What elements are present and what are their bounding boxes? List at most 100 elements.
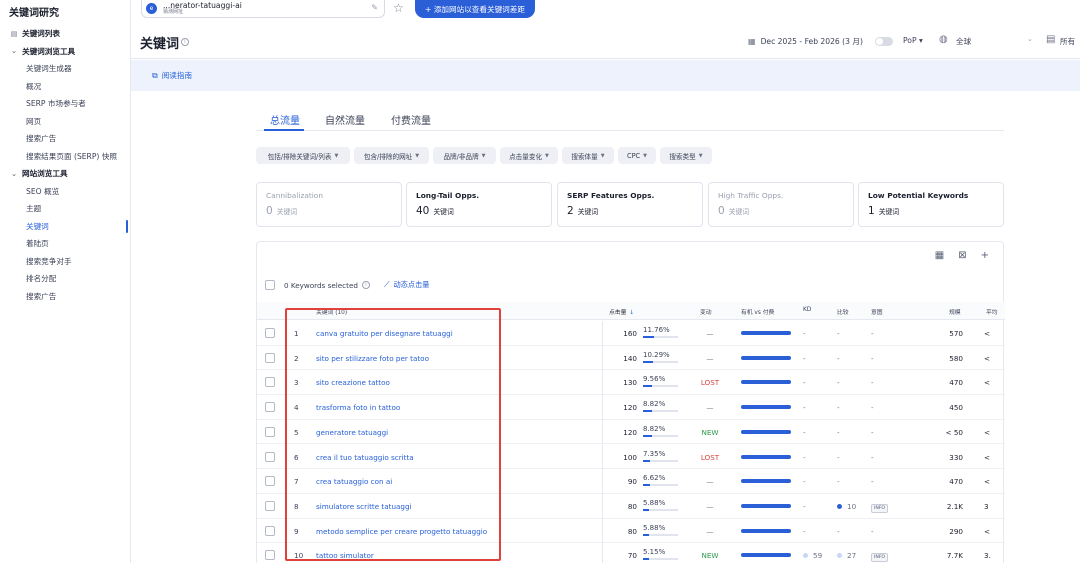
pop-dropdown[interactable]: PoP ▾ (903, 36, 923, 45)
read-guide-link[interactable]: ⧉ 阅读指南 (152, 70, 192, 81)
select-all-checkbox[interactable] (265, 280, 275, 290)
column-clicks[interactable]: 点击量 ↓ (609, 307, 634, 316)
filter-brand[interactable]: 品牌/非品牌 ▼ (433, 147, 496, 164)
filter-search-type[interactable]: 搜索类型 ▼ (660, 147, 712, 164)
row-checkbox[interactable] (265, 352, 275, 363)
filter-search-volume[interactable]: 搜索体量 ▼ (562, 147, 614, 164)
sidebar-item[interactable]: 主题 (0, 200, 130, 218)
tab-organic-traffic[interactable]: 自然流量 (325, 112, 365, 127)
column-intent[interactable]: 意图 (871, 307, 883, 316)
row-checkbox[interactable] (265, 525, 275, 536)
add-competitor-button[interactable]: + 添加网站以查看关键词差距 (415, 0, 535, 18)
opportunity-card[interactable]: Low Potential Keywords 1 关键词 (858, 182, 1004, 227)
card-title: High Traffic Opps. (718, 191, 784, 200)
tab-total-traffic[interactable]: 总流量 (270, 112, 300, 127)
change-value: NEW (701, 427, 719, 437)
info-icon[interactable]: i (181, 38, 189, 46)
sidebar-item[interactable]: SERP 市场参与者 (0, 95, 130, 113)
sidebar-item[interactable]: 排名分配 (0, 270, 130, 288)
column-change[interactable]: 变动 (700, 307, 712, 316)
region-dropdown[interactable]: 全球 (956, 36, 971, 47)
sidebar-item[interactable]: 搜索广告 (0, 130, 130, 148)
kd-text: - (803, 452, 806, 462)
row-checkbox[interactable] (265, 451, 275, 462)
clicks-value: 130 (623, 378, 637, 388)
sidebar-item[interactable]: 概况 (0, 78, 130, 96)
pop-toggle[interactable] (875, 37, 893, 46)
share-bar-fill (643, 508, 650, 511)
row-checkbox[interactable] (265, 402, 275, 413)
column-organic-vs-paid[interactable]: 有机 vs 付费 (741, 307, 774, 316)
kd-value: - (803, 527, 806, 536)
intent-value: - (871, 354, 874, 363)
column-volume[interactable]: 规模 (949, 307, 961, 316)
globe-icon: ◍ (939, 34, 948, 45)
all-dropdown[interactable]: 所有 (1060, 36, 1075, 47)
row-checkbox[interactable] (265, 476, 275, 487)
sidebar-item[interactable]: 搜索结果页面 (SERP) 快照 (0, 148, 130, 166)
plus-icon[interactable]: + (981, 250, 989, 261)
volume-value: 570 (949, 329, 963, 338)
kd-value: - (803, 428, 806, 437)
keyword-link[interactable]: tattoo simulator (316, 551, 374, 560)
column-average[interactable]: 平均 (986, 307, 998, 316)
sidebar-item[interactable]: 搜索广告 (0, 288, 130, 306)
keyword-link[interactable]: trasforma foto in tattoo (316, 403, 400, 412)
opportunity-card[interactable]: Cannibalization 0 关键词 (256, 182, 402, 227)
sidebar-item[interactable]: ⌄ 关键词浏览工具 (0, 43, 130, 61)
list-icon: ▤ (10, 29, 18, 38)
excel-icon[interactable]: ⊠ (958, 250, 966, 261)
selected-count: 0 Keywords selected (284, 280, 358, 290)
table-header: 关键词 (10) 点击量 ↓ 变动 有机 vs 付费 KD 比较 意图 规模 平均 (257, 302, 1005, 320)
volume-value: 580 (949, 353, 963, 363)
share-value: 11.76% (643, 326, 670, 334)
pencil-icon[interactable]: ✎ (371, 3, 378, 12)
app-title: 关键词研究 (9, 8, 59, 19)
clicks-value: 80 (627, 501, 637, 511)
keyword-link[interactable]: sito creazione tattoo (316, 378, 390, 387)
column-compare[interactable]: 比较 (837, 307, 849, 316)
sidebar-item[interactable]: ▤ 关键词列表 (0, 25, 130, 43)
dynamic-clicks-link[interactable]: ⟋ 动态点击量 (384, 280, 430, 290)
star-icon[interactable]: ☆ (393, 1, 404, 15)
row-checkbox[interactable] (265, 550, 275, 561)
date-range-picker[interactable]: ▦ Dec 2025 - Feb 2026 (3 月) (748, 36, 863, 47)
keyword-link[interactable]: crea il tuo tatuaggio scritta (316, 453, 414, 462)
sidebar-item[interactable]: ⌄ 网站浏览工具 (0, 165, 130, 183)
sidebar-item[interactable]: 网页 (0, 113, 130, 131)
row-checkbox[interactable] (265, 377, 275, 388)
share-bar-fill (643, 336, 654, 338)
filter-include-exclude-urls[interactable]: 包含/排除的网址 ▼ (354, 147, 429, 164)
row-checkbox[interactable] (265, 328, 275, 338)
site-selector[interactable]: e ...nerator-tatuaggi-ai 猜测网址 ✎ (141, 0, 385, 18)
keyword-link[interactable]: generatore tatuaggi (316, 428, 388, 437)
sidebar-item[interactable]: 搜索竞争对手 (0, 253, 130, 271)
filter-click-change[interactable]: 点击量变化 ▼ (500, 147, 558, 164)
sidebar-item[interactable]: 关键词 (0, 218, 130, 236)
chevron-down-icon[interactable]: ⌄ (1027, 35, 1033, 43)
row-checkbox[interactable] (265, 500, 275, 511)
opportunity-card[interactable]: SERP Features Opps. 2 关键词 (557, 182, 703, 227)
opportunity-card[interactable]: Long-Tail Opps. 40 关键词 (406, 182, 552, 227)
row-number: 3 (294, 378, 299, 388)
tab-paid-traffic[interactable]: 付费流量 (391, 112, 431, 127)
keyword-link[interactable]: metodo semplice per creare progetto tatu… (316, 527, 487, 536)
sidebar-item[interactable]: 着陆页 (0, 235, 130, 253)
column-kd[interactable]: KD (803, 307, 811, 313)
filter-cpc[interactable]: CPC ▼ (618, 147, 656, 164)
row-checkbox[interactable] (265, 426, 275, 437)
card-title: SERP Features Opps. (567, 191, 655, 200)
compare-value: - (837, 453, 840, 462)
grid-icon[interactable]: ▦ (935, 250, 944, 261)
info-icon[interactable]: i (361, 281, 370, 289)
keyword-link[interactable]: sito per stilizzare foto per tatoo (316, 354, 429, 363)
sidebar-item[interactable]: SEO 概览 (0, 183, 130, 201)
column-keyword[interactable]: 关键词 (10) (316, 307, 347, 316)
keyword-link[interactable]: canva gratuito per disegnare tatuaggi (316, 329, 453, 338)
filter-include-exclude-keywords[interactable]: 包括/排除关键词/列表 ▼ (256, 147, 350, 164)
compare-value: - (837, 329, 840, 338)
keyword-link[interactable]: simulatore scritte tatuaggi (316, 502, 412, 511)
opportunity-card[interactable]: High Traffic Opps. 0 关键词 (708, 182, 854, 227)
keyword-link[interactable]: crea tatuaggio con ai (316, 477, 392, 486)
sidebar-item[interactable]: 关键词生成器 (0, 60, 130, 78)
